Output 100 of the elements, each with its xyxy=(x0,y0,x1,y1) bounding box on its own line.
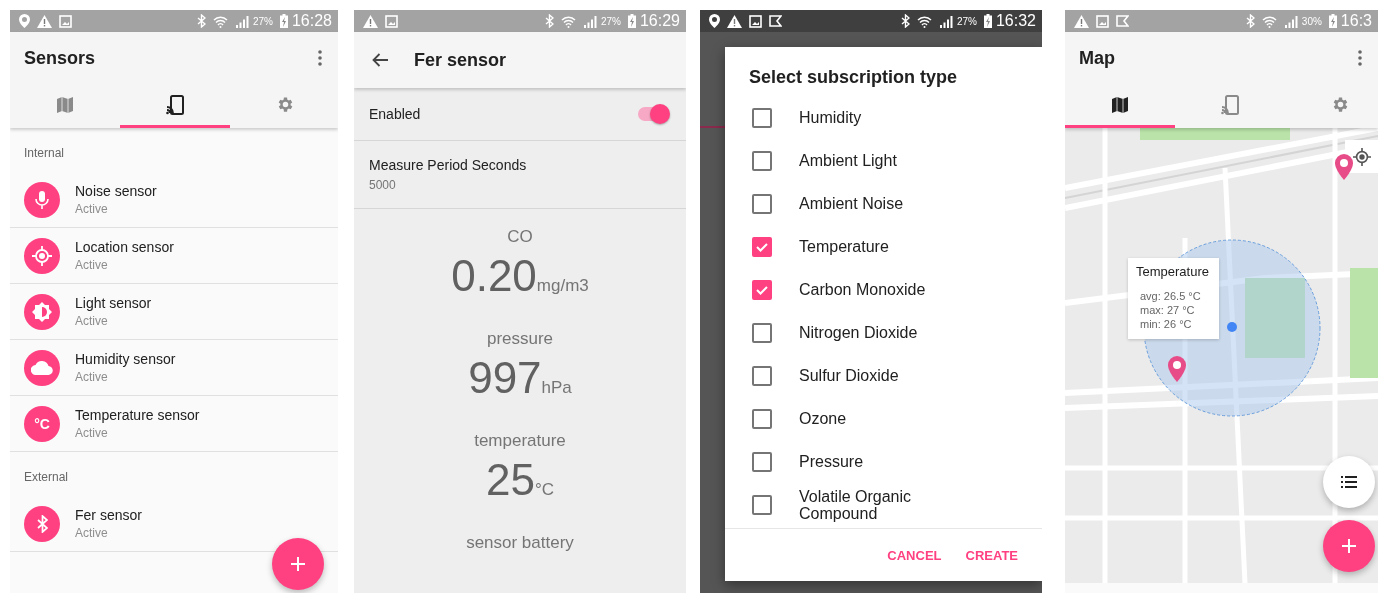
reading-label: temperature xyxy=(474,431,566,451)
sensor-list-item[interactable]: Noise sensor Active xyxy=(10,172,338,228)
bluetooth-icon xyxy=(544,14,554,28)
signal-icon xyxy=(938,14,953,28)
info-stat: max: 27 °C xyxy=(1140,303,1196,317)
status-time: 16:32 xyxy=(995,12,1036,30)
map-pin-icon[interactable] xyxy=(1168,356,1186,382)
sensor-status: Active xyxy=(75,202,109,216)
map-icon xyxy=(1111,95,1129,114)
flag-icon xyxy=(1116,14,1129,28)
crosshair-icon xyxy=(1352,147,1371,166)
signal-icon xyxy=(234,14,249,28)
reading-value: 997 xyxy=(468,353,542,403)
battery-percentage: 27% xyxy=(252,15,273,27)
warning-icon xyxy=(363,14,378,28)
app-title: Fer sensor xyxy=(414,49,507,71)
brightness-icon xyxy=(32,301,52,322)
cast-phone-icon xyxy=(1221,94,1239,115)
checkbox[interactable] xyxy=(752,150,772,171)
signal-icon xyxy=(1283,14,1298,28)
sensor-list-item[interactable]: °C Temperature sensor Active xyxy=(10,396,338,452)
plus-icon xyxy=(291,557,305,571)
checkbox[interactable] xyxy=(752,322,772,343)
back-arrow-icon[interactable] xyxy=(372,53,388,67)
option-label: Sulfur Dioxide xyxy=(799,367,900,384)
status-time: 16:29 xyxy=(639,12,680,30)
option-label: Ambient Light xyxy=(799,152,898,169)
dialog-title: Select subscription type xyxy=(748,66,959,89)
image-icon xyxy=(749,14,762,28)
section-header: External xyxy=(23,469,70,486)
option-label: Volatile Organic Compound xyxy=(799,487,913,522)
reading-unit: °C xyxy=(534,480,554,500)
sensor-status: Active xyxy=(75,258,109,272)
warning-icon xyxy=(1074,14,1089,28)
map-pin-icon[interactable] xyxy=(1335,154,1353,180)
sensor-list-item[interactable]: Location sensor Active xyxy=(10,228,338,284)
info-stat: min: 26 °C xyxy=(1140,317,1193,331)
reading-label: CO xyxy=(507,227,533,247)
battery-percentage: 27% xyxy=(600,15,621,27)
sensor-name: Location sensor xyxy=(75,239,174,255)
reading-value: 25 xyxy=(485,455,535,505)
checkbox[interactable] xyxy=(752,236,772,257)
sensor-list-item[interactable]: Light sensor Active xyxy=(10,284,338,340)
reading-label: pressure xyxy=(486,329,554,349)
app-title: Sensors xyxy=(24,47,96,69)
sensor-status: Active xyxy=(75,370,109,384)
option-label: Nitrogen Dioxide xyxy=(799,324,919,341)
status-time: 16:3 xyxy=(1340,12,1372,30)
wifi-icon xyxy=(916,14,932,28)
sensor-list-item[interactable]: Humidity sensor Active xyxy=(10,340,338,396)
setting-label: Measure Period Seconds xyxy=(369,157,527,173)
bluetooth-icon xyxy=(36,514,48,533)
list-icon xyxy=(1341,476,1357,488)
checkbox[interactable] xyxy=(752,408,772,429)
toggle-switch[interactable] xyxy=(638,107,668,121)
sensor-status: Active xyxy=(75,526,109,540)
sensor-name: Fer sensor xyxy=(75,507,142,523)
bluetooth-icon xyxy=(196,14,206,28)
app-title: Map xyxy=(1079,47,1115,69)
reading-unit: hPa xyxy=(541,378,572,398)
image-icon xyxy=(385,14,398,28)
option-label: Ozone xyxy=(799,410,848,427)
more-options-icon[interactable] xyxy=(1358,50,1362,66)
map-icon xyxy=(56,95,74,114)
plus-icon xyxy=(1342,539,1356,553)
option-label: Carbon Monoxide xyxy=(799,281,927,298)
warning-icon xyxy=(37,14,52,28)
cloud-icon xyxy=(31,360,53,375)
warning-icon xyxy=(727,14,742,28)
bluetooth-icon xyxy=(900,14,910,28)
reading-value: 0.20 xyxy=(451,251,537,301)
checkbox[interactable] xyxy=(752,107,772,128)
checkbox[interactable] xyxy=(752,279,772,300)
status-time: 16:28 xyxy=(291,12,332,30)
setting-label: Enabled xyxy=(369,106,421,122)
battery-charging-icon xyxy=(279,14,288,28)
add-button[interactable] xyxy=(272,538,324,590)
image-icon xyxy=(59,14,72,28)
checkbox[interactable] xyxy=(752,365,772,386)
sensor-name: Noise sensor xyxy=(75,183,157,199)
sensor-status: Active xyxy=(75,426,109,440)
bluetooth-icon xyxy=(1245,14,1255,28)
sensor-name: Light sensor xyxy=(75,295,152,311)
sensor-name: Humidity sensor xyxy=(75,351,176,367)
option-label: Pressure xyxy=(799,453,865,470)
option-label: Ambient Noise xyxy=(799,195,905,212)
location-pin-icon xyxy=(709,14,720,28)
sensor-name: Temperature sensor xyxy=(75,407,200,423)
info-stat: avg: 26.5 °C xyxy=(1140,289,1202,303)
location-pin-icon xyxy=(19,14,30,28)
more-options-icon[interactable] xyxy=(318,50,322,66)
battery-percentage: 30% xyxy=(1301,15,1322,27)
wifi-icon xyxy=(560,14,576,28)
option-label: Temperature xyxy=(799,238,890,255)
crosshair-icon xyxy=(32,245,52,266)
checkbox[interactable] xyxy=(752,494,772,515)
setting-value: 5000 xyxy=(369,178,396,192)
checkbox[interactable] xyxy=(752,193,772,214)
checkbox[interactable] xyxy=(752,451,772,472)
wifi-icon xyxy=(1261,14,1277,28)
